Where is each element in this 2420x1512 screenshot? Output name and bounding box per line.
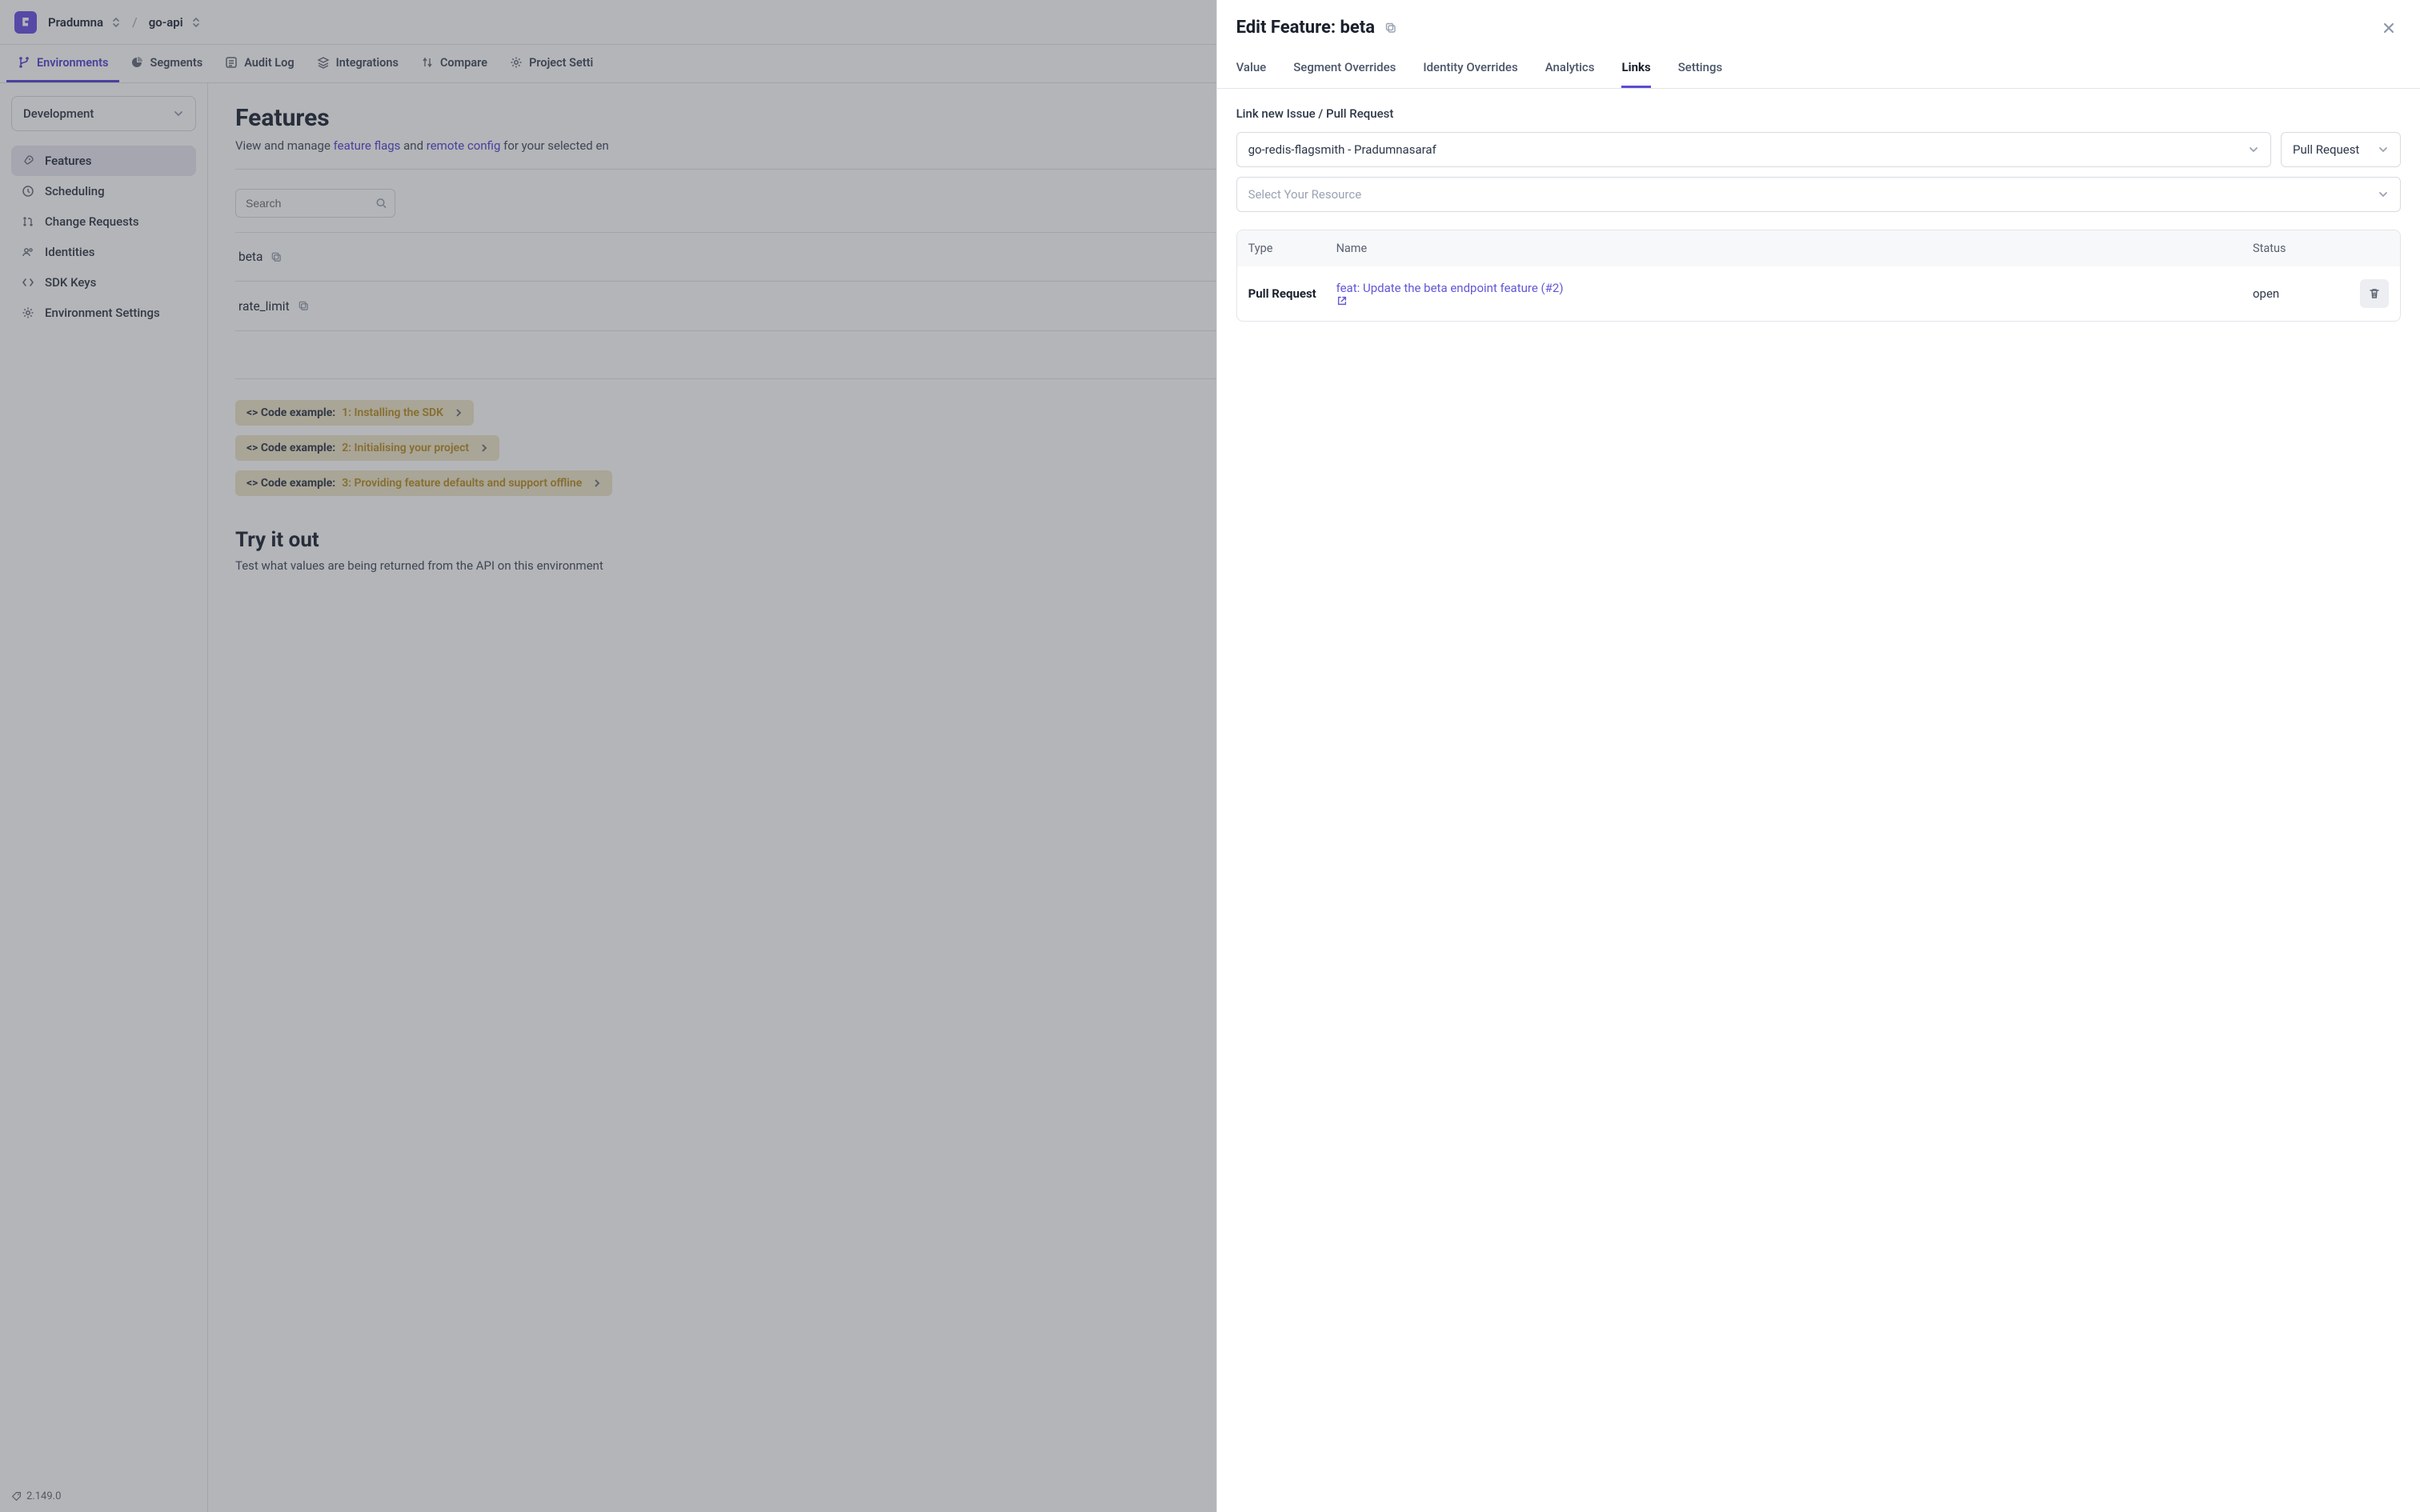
col-type: Type bbox=[1248, 242, 1336, 255]
link-section-label: Link new Issue / Pull Request bbox=[1236, 106, 2401, 121]
drawer-tab-settings[interactable]: Settings bbox=[1678, 60, 1723, 88]
drawer-tab-label: Analytics bbox=[1545, 60, 1595, 74]
link-type-value: Pull Request bbox=[2293, 142, 2359, 157]
edit-feature-drawer: Edit Feature: beta Value Segment Overrid… bbox=[1216, 0, 2420, 1512]
drawer-tab-value[interactable]: Value bbox=[1236, 60, 1267, 88]
chevron-down-icon bbox=[2378, 144, 2389, 155]
chevron-down-icon bbox=[2378, 189, 2389, 200]
modal-backdrop[interactable] bbox=[0, 0, 1216, 1512]
linked-resources-table: Type Name Status Pull Request feat: Upda… bbox=[1236, 230, 2401, 322]
repo-select-value: go-redis-flagsmith - Pradumnasaraf bbox=[1248, 142, 1436, 157]
cell-status: open bbox=[2253, 286, 2341, 301]
drawer-tab-label: Links bbox=[1621, 60, 1650, 74]
drawer-tab-links[interactable]: Links bbox=[1621, 60, 1650, 88]
cell-type: Pull Request bbox=[1248, 286, 1336, 302]
cell-name: feat: Update the beta endpoint feature (… bbox=[1336, 281, 2253, 306]
close-button[interactable] bbox=[2382, 21, 2396, 35]
drawer-tab-label: Identity Overrides bbox=[1423, 60, 1517, 74]
table-header: Type Name Status bbox=[1237, 230, 2400, 266]
drawer-tab-label: Settings bbox=[1678, 60, 1723, 74]
drawer-tab-analytics[interactable]: Analytics bbox=[1545, 60, 1595, 88]
chevron-down-icon bbox=[2248, 144, 2259, 155]
table-row: Pull Request feat: Update the beta endpo… bbox=[1237, 266, 2400, 321]
repo-select[interactable]: go-redis-flagsmith - Pradumnasaraf bbox=[1236, 132, 2271, 167]
link-type-select[interactable]: Pull Request bbox=[2281, 132, 2401, 167]
external-link-icon[interactable] bbox=[1336, 295, 2253, 306]
resource-select-placeholder: Select Your Resource bbox=[1248, 187, 1362, 202]
drawer-tab-label: Segment Overrides bbox=[1293, 60, 1396, 74]
drawer-tab-segment-overrides[interactable]: Segment Overrides bbox=[1293, 60, 1396, 88]
linked-resource-link[interactable]: feat: Update the beta endpoint feature (… bbox=[1336, 281, 1564, 295]
resource-select[interactable]: Select Your Resource bbox=[1236, 177, 2401, 212]
copy-icon[interactable] bbox=[1384, 22, 1397, 34]
drawer-tabs: Value Segment Overrides Identity Overrid… bbox=[1217, 46, 2420, 89]
col-name: Name bbox=[1336, 242, 2253, 255]
delete-link-button[interactable] bbox=[2360, 279, 2389, 308]
drawer-tab-label: Value bbox=[1236, 60, 1267, 74]
drawer-title: Edit Feature: beta bbox=[1236, 18, 1375, 38]
drawer-tab-identity-overrides[interactable]: Identity Overrides bbox=[1423, 60, 1517, 88]
col-status: Status bbox=[2253, 242, 2341, 255]
